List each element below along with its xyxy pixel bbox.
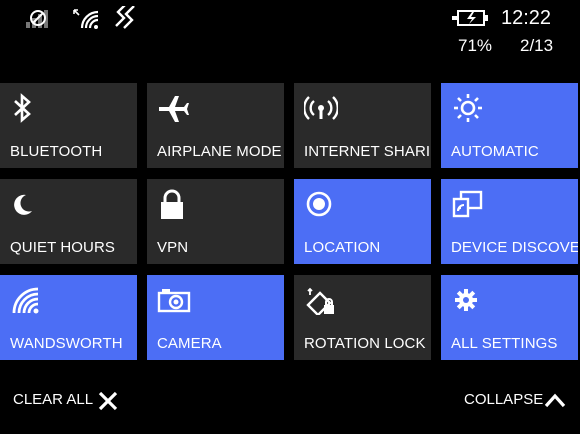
tile-label: ALL SETTINGS <box>451 335 558 352</box>
brightness-icon <box>451 93 485 123</box>
tile-label: BLUETOOTH <box>10 143 103 160</box>
tile-automatic[interactable]: AUTOMATIC <box>441 83 578 168</box>
location-icon <box>304 189 338 219</box>
tile-label: DEVICE DISCOVERY <box>451 239 578 256</box>
tile-vpn[interactable]: VPN <box>147 179 284 264</box>
wifi-status-icon <box>72 6 102 35</box>
collapse-label: COLLAPSE <box>464 391 544 408</box>
device-discovery-icon <box>451 189 485 219</box>
tile-bluetooth[interactable]: BLUETOOTH <box>0 83 137 168</box>
tile-rotation-lock[interactable]: ROTATION LOCK <box>294 275 431 360</box>
tile-label: LOCATION <box>304 239 381 256</box>
tile-label: AIRPLANE MODE <box>157 143 282 160</box>
tile-label: WANDSWORTH <box>10 335 123 352</box>
notification-page: 2/13 <box>520 36 554 55</box>
moon-icon <box>10 189 44 219</box>
rotation-lock-icon <box>304 285 338 317</box>
tile-label: AUTOMATIC <box>451 143 539 160</box>
tile-internet-sharing[interactable]: INTERNET SHARING <box>294 83 431 168</box>
airplane-icon <box>157 93 191 123</box>
tile-label: VPN <box>157 239 189 256</box>
status-bar: 12:22 71% 2/13 <box>0 0 580 70</box>
tile-all-settings[interactable]: ALL SETTINGS <box>441 275 578 360</box>
tile-airplane-mode[interactable]: AIRPLANE MODE <box>147 83 284 168</box>
clock: 12:22 <box>501 7 552 29</box>
clear-all-label: CLEAR ALL <box>13 391 94 408</box>
gear-icon <box>451 285 485 315</box>
bluetooth-icon <box>10 93 44 123</box>
clear-all-button[interactable]: CLEAR ALL <box>13 391 118 411</box>
tile-quiet-hours[interactable]: QUIET HOURS <box>0 179 137 264</box>
collapse-button[interactable]: COLLAPSE <box>464 391 566 408</box>
tile-wandsworth[interactable]: WANDSWORTH <box>0 275 137 360</box>
camera-icon <box>157 285 191 315</box>
wifi-icon <box>10 285 44 315</box>
tile-label: CAMERA <box>157 335 222 352</box>
tile-label: INTERNET SHARING <box>304 143 431 160</box>
battery-percent: 71% <box>458 36 493 55</box>
chevron-up-icon <box>544 392 566 412</box>
tile-camera[interactable]: CAMERA <box>147 275 284 360</box>
connection-icon <box>112 3 138 35</box>
tile-location[interactable]: LOCATION <box>294 179 431 264</box>
tile-label: ROTATION LOCK <box>304 335 426 352</box>
tile-label: QUIET HOURS <box>10 239 116 256</box>
internet-sharing-icon <box>303 93 339 123</box>
close-icon <box>97 390 119 416</box>
no-signal-icon <box>26 8 60 33</box>
lock-icon <box>157 189 191 219</box>
battery-charging-icon <box>452 7 492 34</box>
tile-device-discovery[interactable]: DEVICE DISCOVERY <box>441 179 578 264</box>
